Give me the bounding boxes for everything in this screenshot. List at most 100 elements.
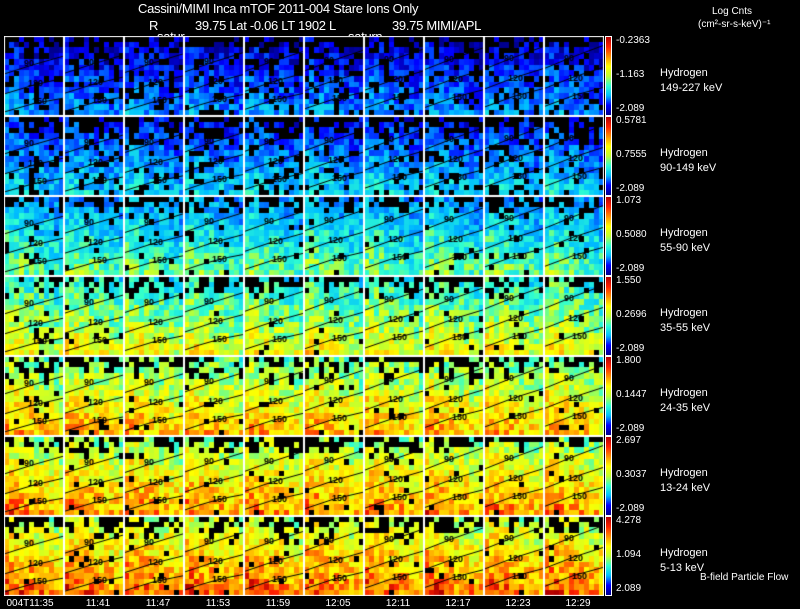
- colorbar: [605, 116, 612, 196]
- heatmap-panel: [64, 356, 124, 436]
- species-label: Hydrogen: [660, 307, 708, 319]
- heatmap-panel: [304, 276, 364, 356]
- colorbar-min-label: 2.089: [616, 583, 642, 594]
- heatmap-panel: [544, 276, 604, 356]
- heatmap-panel: [544, 116, 604, 196]
- energy-label: 90-149 keV: [660, 162, 717, 174]
- heatmap-panel: [484, 36, 544, 116]
- time-label: 12:17: [445, 598, 471, 609]
- position-info: 39.75 Lat -0.06 LT 1902 L: [195, 18, 336, 33]
- colorbar-title: Log Cnts: [712, 6, 753, 17]
- heatmap-panel: [424, 36, 484, 116]
- heatmap-panel: [184, 356, 244, 436]
- heatmap-panel: [424, 116, 484, 196]
- species-label: Hydrogen: [660, 467, 708, 479]
- heatmap-panel: [184, 516, 244, 596]
- heatmap-panel: [124, 356, 184, 436]
- heatmap-panel: [4, 436, 64, 516]
- colorbar-max-label: 1.800: [616, 355, 642, 366]
- heatmap-panel: [244, 276, 304, 356]
- row-label: Hydrogen 55-90 keV: [660, 226, 710, 256]
- time-label: 12:05: [325, 598, 351, 609]
- heatmap-panel: [244, 116, 304, 196]
- colorbar-max-label: 2.697: [616, 435, 642, 446]
- colorbar-min-label: -2.089: [616, 503, 645, 514]
- heatmap-panel: [244, 356, 304, 436]
- energy-label: 13-24 keV: [660, 482, 711, 494]
- heatmap-panel: [64, 516, 124, 596]
- row-label: Hydrogen 5-13 keV: [660, 546, 708, 576]
- heatmap-panel: [304, 436, 364, 516]
- colorbar: [605, 356, 612, 436]
- heatmap-panel: [64, 436, 124, 516]
- heatmap-panel: [4, 36, 64, 116]
- heatmap-panel: [484, 356, 544, 436]
- colorbar-max-label: 0.5781: [616, 115, 647, 126]
- colorbar-max-label: -0.2363: [616, 35, 650, 46]
- heatmap-panel: [424, 516, 484, 596]
- colorbar-mid-label: 0.1447: [616, 389, 647, 400]
- heatmap-panel: [184, 276, 244, 356]
- colorbar: [605, 276, 612, 356]
- species-label: Hydrogen: [660, 387, 708, 399]
- heatmap-panel: [304, 116, 364, 196]
- colorbar-mid-label: 0.5080: [616, 229, 647, 240]
- heatmap-panel: [364, 276, 424, 356]
- row-label: Hydrogen 24-35 keV: [660, 386, 710, 416]
- time-label: 12:11: [385, 598, 411, 609]
- heatmap-panel: [4, 116, 64, 196]
- species-label: Hydrogen: [660, 67, 708, 79]
- colorbar-max-label: 1.550: [616, 275, 642, 286]
- colorbar-min-label: -2.089: [616, 263, 645, 274]
- bfield-note: B-field Particle Flow: [700, 572, 789, 583]
- heatmap-panel: [124, 516, 184, 596]
- heatmap-panel: [484, 516, 544, 596]
- heatmap-panel: [244, 196, 304, 276]
- heatmap-panel: [184, 196, 244, 276]
- heatmap-panel: [484, 196, 544, 276]
- row-label: Hydrogen 35-55 keV: [660, 306, 710, 336]
- colorbar-mid-label: 0.3037: [616, 469, 647, 480]
- energy-label: 35-55 keV: [660, 322, 711, 334]
- heatmap-panel: [124, 436, 184, 516]
- heatmap-panel: [4, 516, 64, 596]
- mimi-inca-plot: Cassini/MIMI Inca mTOF 2011-004 Stare Io…: [0, 0, 800, 609]
- heatmap-panel: [364, 116, 424, 196]
- heatmap-panel: [4, 276, 64, 356]
- heatmap-panel: [364, 516, 424, 596]
- heatmap-panel: [244, 516, 304, 596]
- colorbar: [605, 516, 612, 596]
- heatmap-panel: [244, 36, 304, 116]
- colorbar-mid-label: 1.094: [616, 549, 642, 560]
- colorbar: [605, 436, 612, 516]
- heatmap-panel: [544, 516, 604, 596]
- colorbar: [605, 36, 612, 116]
- heatmap-panel: [124, 36, 184, 116]
- colorbar-min-label: -2.089: [616, 343, 645, 354]
- heatmap-panel: [544, 436, 604, 516]
- plot-title: Cassini/MIMI Inca mTOF 2011-004 Stare Io…: [138, 1, 419, 16]
- energy-label: 149-227 keV: [660, 82, 723, 94]
- time-label: 12:23: [505, 598, 531, 609]
- colorbar-max-label: 1.073: [616, 195, 642, 206]
- heatmap-panel: [64, 116, 124, 196]
- colorbar-mid-label: 0.7555: [616, 149, 647, 160]
- energy-label: 55-90 keV: [660, 242, 711, 254]
- species-label: Hydrogen: [660, 147, 708, 159]
- heatmap-panel: [4, 196, 64, 276]
- heatmap-panel: [364, 356, 424, 436]
- colorbar: [605, 196, 612, 276]
- heatmap-panel: [184, 36, 244, 116]
- heatmap-panel: [544, 196, 604, 276]
- energy-label: 5-13 keV: [660, 562, 705, 574]
- row-label: Hydrogen 149-227 keV: [660, 66, 722, 96]
- colorbar-min-label: -2.089: [616, 183, 645, 194]
- heatmap-panel: [484, 116, 544, 196]
- heatmap-panel: [244, 436, 304, 516]
- heatmap-panel: [64, 276, 124, 356]
- heatmap-panel: [424, 436, 484, 516]
- colorbar-min-label: -2.089: [616, 103, 645, 114]
- heatmap-panel: [424, 356, 484, 436]
- time-label: 11:41: [85, 598, 111, 609]
- heatmap-panel: [304, 196, 364, 276]
